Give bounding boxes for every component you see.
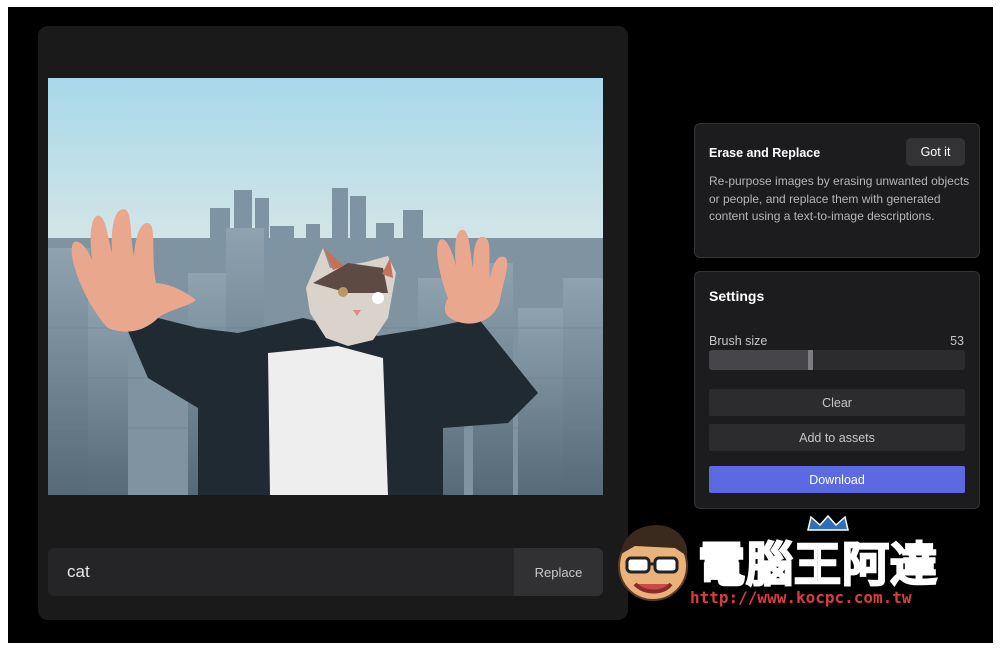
prompt-input[interactable] [48,548,514,596]
slider-fill [709,350,811,370]
add-to-assets-button[interactable]: Add to assets [709,424,965,451]
brush-size-value: 53 [950,334,964,348]
settings-card: Settings Brush size 53 Clear Add to asse… [694,271,980,509]
mascot-face-icon [618,525,688,601]
watermark: 電腦王阿達 http://www.kocpc.com.tw [605,510,970,615]
prompt-bar: Replace [48,548,603,596]
clear-button[interactable]: Clear [709,389,965,416]
info-description: Re-purpose images by erasing unwanted ob… [709,174,970,223]
slider-thumb[interactable] [808,350,813,370]
watermark-url: http://www.kocpc.com.tw [690,588,912,607]
info-title: Erase and Replace [709,146,821,160]
got-it-button[interactable]: Got it [906,138,965,166]
settings-title: Settings [709,288,765,304]
download-button[interactable]: Download [709,466,965,493]
brush-size-label: Brush size [709,334,768,348]
info-card: Erase and Replace Got it Re-purpose imag… [694,123,980,258]
image-canvas[interactable] [48,78,603,495]
replace-button[interactable]: Replace [514,548,603,596]
brush-size-slider[interactable] [709,350,965,370]
edited-photo [48,78,603,495]
watermark-title: 電腦王阿達 [697,537,938,594]
